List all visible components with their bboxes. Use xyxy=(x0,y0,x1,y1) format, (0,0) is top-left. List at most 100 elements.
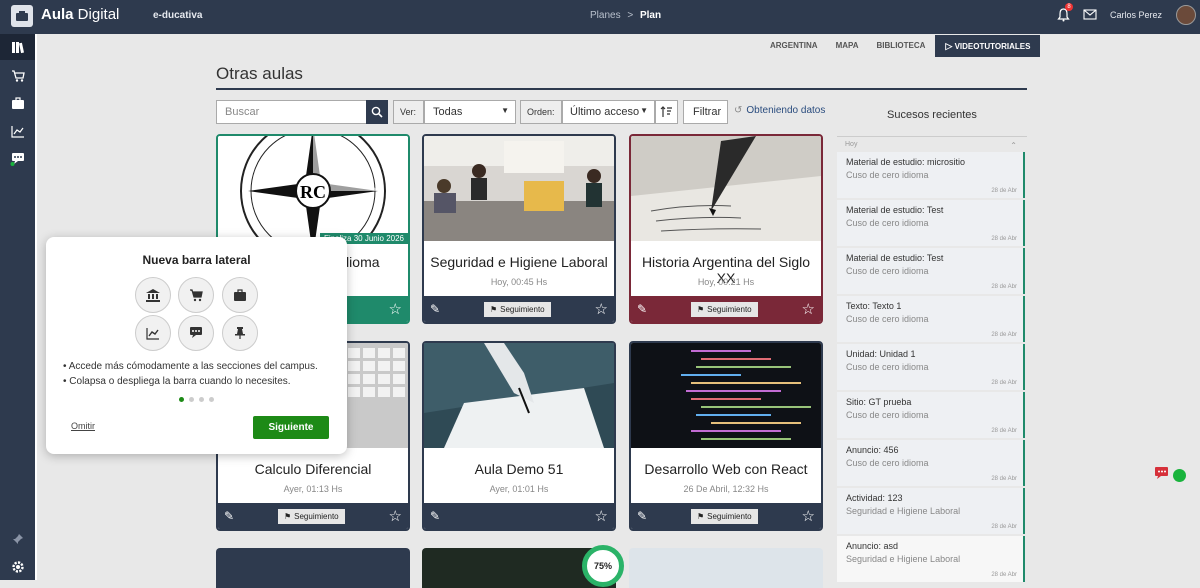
follow-button[interactable]: ⚑ Seguimiento xyxy=(690,508,758,524)
app-subtitle: e-ducativa xyxy=(153,10,203,21)
sidebar-item-institution[interactable] xyxy=(0,34,35,60)
chart-icon xyxy=(135,315,171,351)
course-card[interactable]: Aula Demo 51 Ayer, 01:01 Hs ✎ ☆ xyxy=(422,341,616,531)
follow-button[interactable]: ⚑ Seguimiento xyxy=(690,301,758,317)
next-button[interactable]: Siguiente xyxy=(253,416,329,439)
ver-select[interactable]: Todas ▼ xyxy=(424,100,516,124)
modal-title: Nueva barra lateral xyxy=(142,253,251,267)
edit-icon[interactable]: ✎ xyxy=(637,302,647,316)
pin-icon xyxy=(12,534,23,544)
orden-label: Orden: xyxy=(520,100,562,124)
sidebar-item-stats[interactable] xyxy=(0,118,35,144)
edit-icon[interactable]: ✎ xyxy=(637,509,647,523)
course-title[interactable]: Aula Demo 51 xyxy=(424,461,614,477)
sidebar-item-portfolio[interactable] xyxy=(0,90,35,116)
course-last-access: Ayer, 01:01 Hs xyxy=(489,484,549,494)
mail-icon[interactable] xyxy=(1083,9,1097,23)
edit-icon[interactable]: ✎ xyxy=(430,302,440,316)
star-icon[interactable]: ☆ xyxy=(389,507,402,525)
notification-badge: 8 xyxy=(1065,3,1073,11)
briefcase-icon xyxy=(222,277,258,313)
event-date: 28 de Abr xyxy=(991,188,1017,194)
breadcrumb-separator: > xyxy=(627,10,634,21)
search-button[interactable] xyxy=(366,100,388,124)
gear-icon xyxy=(11,561,24,573)
ver-label: Ver: xyxy=(393,100,424,124)
sort-icon xyxy=(660,106,672,117)
card-footer: ✎ ⚑ Seguimiento ☆ xyxy=(424,296,614,322)
star-icon[interactable]: ☆ xyxy=(389,300,402,318)
flag-icon: ⚑ xyxy=(489,304,498,314)
course-cover-image xyxy=(424,136,614,241)
sidebar xyxy=(0,34,37,580)
recent-event-item[interactable]: Material de estudio: micrositio Cuso de c… xyxy=(837,152,1025,198)
course-title[interactable]: Seguridad e Higiene Laboral xyxy=(424,254,614,270)
course-card[interactable]: Seguridad e Higiene Laboral Hoy, 00:45 H… xyxy=(422,134,616,324)
recent-event-item[interactable]: Anuncio: asd Seguridad e Higiene Laboral 2… xyxy=(837,536,1025,582)
recent-event-item[interactable]: Material de estudio: Test Cuso de cero id… xyxy=(837,248,1025,294)
event-course: Cuso de cero idioma xyxy=(846,170,929,180)
app-logo-icon[interactable] xyxy=(11,5,33,27)
course-last-access: Ayer, 01:13 Hs xyxy=(283,484,343,494)
sort-direction-button[interactable] xyxy=(655,100,678,124)
whatsapp-icon[interactable] xyxy=(1173,469,1186,482)
breadcrumb-planes[interactable]: Planes xyxy=(590,10,621,21)
event-title: Material de estudio: micrositio xyxy=(846,157,966,167)
library-icon xyxy=(11,41,24,53)
user-name[interactable]: Carlos Perez xyxy=(1110,10,1162,20)
event-title: Anuncio: 456 xyxy=(846,445,899,455)
sidebar-settings-button[interactable] xyxy=(0,554,35,580)
event-course: Seguridad e Higiene Laboral xyxy=(846,554,961,564)
card-footer: ✎ ⚑ Seguimiento ☆ xyxy=(631,503,821,529)
event-course: Cuso de cero idioma xyxy=(846,314,929,324)
recent-event-item[interactable]: Unidad: Unidad 1 Cuso de cero idioma 28 de… xyxy=(837,344,1025,390)
card-footer: ✎ ☆ xyxy=(424,503,614,529)
step-dot xyxy=(199,397,204,402)
edit-icon[interactable]: ✎ xyxy=(430,509,440,523)
pin-icon xyxy=(222,315,258,351)
star-icon[interactable]: ☆ xyxy=(802,300,815,318)
skip-link[interactable]: Omitir xyxy=(71,421,95,431)
step-indicator xyxy=(179,397,214,402)
course-card[interactable]: Desarrollo Web con React 26 De Abril, 12… xyxy=(629,341,823,531)
star-icon[interactable]: ☆ xyxy=(595,507,608,525)
cart-icon xyxy=(178,277,214,313)
floating-chat-button[interactable] xyxy=(1154,466,1170,483)
tab-mapa[interactable]: MAPA xyxy=(828,35,869,57)
title-divider xyxy=(216,88,1027,90)
star-icon[interactable]: ☆ xyxy=(595,300,608,318)
recent-event-item[interactable]: Sitio: GT prueba Cuso de cero idioma 28 de… xyxy=(837,392,1025,438)
course-title[interactable]: Calculo Diferencial xyxy=(218,461,408,477)
flag-icon: ⚑ xyxy=(283,511,292,521)
chart-icon xyxy=(10,125,24,138)
recent-event-item[interactable]: Material de estudio: Test Cuso de cero id… xyxy=(837,200,1025,246)
sidebar-item-chat[interactable] xyxy=(0,146,35,172)
sidebar-pin-button[interactable] xyxy=(0,526,35,552)
follow-button[interactable]: ⚑ Seguimiento xyxy=(483,301,551,317)
chat-icon xyxy=(10,153,24,166)
star-icon[interactable]: ☆ xyxy=(802,507,815,525)
course-card[interactable]: Historia Argentina del Siglo XX Hoy, 00:… xyxy=(629,134,823,324)
play-circle-icon: ▷ xyxy=(945,41,953,51)
follow-button[interactable]: ⚑ Seguimiento xyxy=(277,508,345,524)
filter-button[interactable]: Filtrar xyxy=(683,100,728,124)
orden-select[interactable]: Último acceso ▼ xyxy=(562,100,655,124)
course-title[interactable]: Desarrollo Web con React xyxy=(631,461,821,477)
event-date: 28 de Abr xyxy=(991,428,1017,434)
recent-event-item[interactable]: Actividad: 123 Seguridad e Higiene Labora… xyxy=(837,488,1025,534)
sidebar-item-shop[interactable] xyxy=(0,62,35,88)
recent-event-item[interactable]: Texto: Texto 1 Cuso de cero idioma 28 de A… xyxy=(837,296,1025,342)
step-dot xyxy=(209,397,214,402)
course-card-partial[interactable] xyxy=(216,548,410,588)
edit-icon[interactable]: ✎ xyxy=(224,509,234,523)
tab-argentina[interactable]: ARGENTINA xyxy=(762,35,828,57)
recent-event-item[interactable]: Anuncio: 456 Cuso de cero idioma 28 de Abr xyxy=(837,440,1025,486)
tab-biblioteca[interactable]: BIBLIOTECA xyxy=(869,35,936,57)
tab-videotutoriales[interactable]: ▷ VIDEOTUTORIALES xyxy=(935,35,1041,57)
chevron-up-icon[interactable]: ⌃ xyxy=(1010,141,1017,150)
institution-icon xyxy=(135,277,171,313)
avatar[interactable] xyxy=(1176,5,1196,25)
course-card-partial[interactable] xyxy=(629,548,823,588)
briefcase-icon xyxy=(11,96,24,109)
search-input[interactable]: Buscar xyxy=(216,100,366,124)
